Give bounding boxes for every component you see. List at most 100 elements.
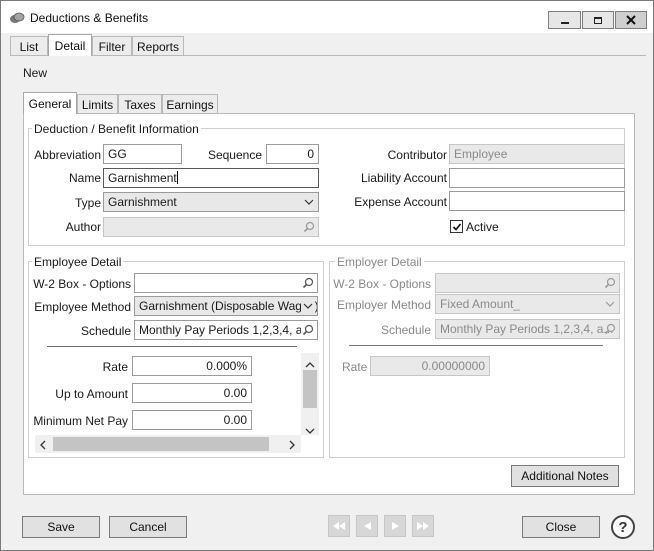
last-record-button xyxy=(412,515,434,537)
employer-rate-field: 0.00000000 xyxy=(370,356,490,376)
expense-account-field[interactable] xyxy=(449,191,625,211)
cancel-button[interactable]: Cancel xyxy=(109,516,187,538)
employer-w2-field xyxy=(435,273,620,293)
scroll-down-icon[interactable] xyxy=(305,423,315,437)
help-icon: ? xyxy=(618,518,628,536)
subtab-earnings[interactable]: Earnings xyxy=(162,94,218,114)
chevron-down-icon xyxy=(301,299,315,313)
search-icon[interactable] xyxy=(301,323,315,337)
employee-w2-label: W-2 Box - Options xyxy=(33,277,131,291)
close-window-button[interactable] xyxy=(615,11,647,29)
subtab-taxes[interactable]: Taxes xyxy=(118,94,162,114)
deduction-info-title: Deduction / Benefit Information xyxy=(32,122,201,136)
employer-method-label: Employer Method xyxy=(336,298,431,312)
expense-account-label: Expense Account xyxy=(354,195,447,209)
employer-schedule-label: Schedule xyxy=(380,323,431,337)
scroll-right-icon[interactable] xyxy=(289,439,295,453)
employee-schedule-field[interactable]: Monthly Pay Periods 1,2,3,4, and xyxy=(134,320,318,340)
abbreviation-field[interactable]: GG xyxy=(103,144,182,164)
text-cursor xyxy=(176,171,178,184)
contributor-label: Contributor xyxy=(387,148,447,162)
deduction-app-icon xyxy=(9,11,25,25)
rate-field[interactable]: 0.000% xyxy=(132,356,252,376)
abbreviation-label: Abbreviation xyxy=(34,148,101,162)
minimize-icon xyxy=(560,22,569,24)
employer-method-value: Fixed Amount_ xyxy=(440,297,521,311)
restore-icon xyxy=(594,16,602,24)
minimize-button[interactable] xyxy=(548,11,581,29)
deductions-benefits-window: Deductions & Benefits List Detail Filter… xyxy=(0,0,654,551)
chevron-down-icon xyxy=(603,297,617,311)
up-to-amount-field[interactable]: 0.00 xyxy=(132,383,252,403)
employee-method-value: Garnishment (Disposable Wages) xyxy=(139,299,318,313)
contributor-select: Employee xyxy=(449,144,625,164)
rate-label: Rate xyxy=(102,360,128,374)
liability-account-label: Liability Account xyxy=(360,171,447,185)
type-label: Type xyxy=(74,196,101,210)
search-icon xyxy=(603,276,617,290)
mode-label: New xyxy=(23,66,48,80)
employee-method-select[interactable]: Garnishment (Disposable Wages) xyxy=(134,296,318,316)
author-field xyxy=(103,217,319,237)
vertical-scrollbar[interactable] xyxy=(301,353,319,435)
sequence-field[interactable]: 0 xyxy=(266,144,319,164)
first-record-button xyxy=(328,515,350,537)
employee-detail-title: Employee Detail xyxy=(32,255,124,269)
tab-filter[interactable]: Filter xyxy=(92,36,132,56)
close-icon xyxy=(626,15,636,25)
employer-schedule-field: Monthly Pay Periods 1,2,3,4, a... xyxy=(435,319,620,339)
title-bar: Deductions & Benefits xyxy=(1,1,653,33)
minimum-net-pay-field[interactable]: 0.00 xyxy=(132,410,252,430)
first-record-icon xyxy=(333,522,345,530)
sequence-label: Sequence xyxy=(207,148,262,162)
subtab-limits[interactable]: Limits xyxy=(77,94,118,114)
tab-strip-border xyxy=(10,55,646,56)
subtab-general[interactable]: General xyxy=(23,92,77,114)
employee-schedule-value: Monthly Pay Periods 1,2,3,4, and xyxy=(139,323,316,337)
help-button[interactable]: ? xyxy=(611,515,635,539)
scroll-up-icon[interactable] xyxy=(305,357,315,371)
next-record-icon xyxy=(391,522,399,530)
author-label: Author xyxy=(65,220,101,234)
employee-method-label: Employee Method xyxy=(34,300,131,314)
chevron-down-icon xyxy=(302,195,316,209)
previous-record-button xyxy=(356,515,378,537)
search-icon[interactable] xyxy=(301,276,315,290)
employer-divider xyxy=(349,345,603,346)
liability-account-field[interactable] xyxy=(449,168,625,188)
employee-divider xyxy=(47,346,297,347)
checkmark-icon xyxy=(452,222,461,231)
save-button[interactable]: Save xyxy=(22,516,100,538)
minimum-net-pay-label: Minimum Net Pay xyxy=(33,414,128,428)
tab-detail[interactable]: Detail xyxy=(48,34,92,56)
employer-rate-label: Rate xyxy=(342,360,368,374)
employee-w2-field[interactable] xyxy=(134,273,318,293)
previous-record-icon xyxy=(363,522,371,530)
window-title: Deductions & Benefits xyxy=(30,11,149,25)
close-button[interactable]: Close xyxy=(522,516,600,538)
up-to-amount-label: Up to Amount xyxy=(55,387,128,401)
horizontal-scrollbar[interactable] xyxy=(35,435,301,453)
search-icon xyxy=(603,322,617,336)
name-field[interactable]: Garnishment xyxy=(103,168,319,188)
additional-notes-button[interactable]: Additional Notes xyxy=(511,465,619,487)
type-select[interactable]: Garnishment xyxy=(103,192,319,212)
active-label: Active xyxy=(466,220,499,234)
next-record-button xyxy=(384,515,406,537)
lookup-icon xyxy=(302,220,316,234)
active-checkbox[interactable] xyxy=(450,220,463,233)
name-label: Name xyxy=(68,171,101,185)
last-record-icon xyxy=(417,522,429,530)
employer-detail-title: Employer Detail xyxy=(335,255,424,269)
employer-method-select: Fixed Amount_ xyxy=(435,294,620,314)
restore-button[interactable] xyxy=(582,11,614,29)
scroll-thumb-horizontal[interactable] xyxy=(53,437,269,451)
employee-schedule-label: Schedule xyxy=(80,324,131,338)
type-value: Garnishment xyxy=(108,195,177,209)
name-value: Garnishment xyxy=(108,171,177,185)
employer-schedule-value: Monthly Pay Periods 1,2,3,4, a... xyxy=(440,322,614,336)
tab-list[interactable]: List xyxy=(10,36,48,56)
tab-reports[interactable]: Reports xyxy=(132,36,184,56)
scroll-left-icon[interactable] xyxy=(40,439,46,453)
scroll-thumb-vertical[interactable] xyxy=(303,370,317,408)
